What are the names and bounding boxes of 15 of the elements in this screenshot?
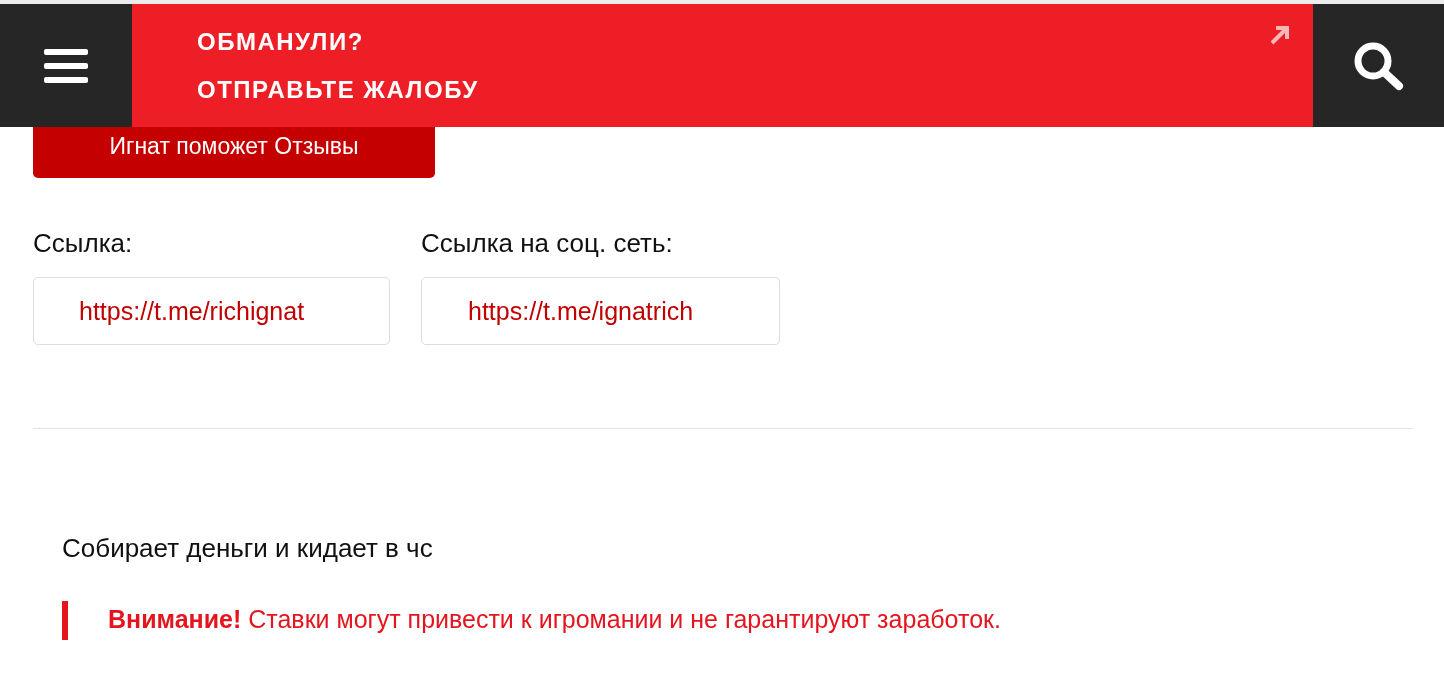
menu-icon: [44, 48, 88, 83]
search-button[interactable]: [1313, 4, 1444, 127]
link-label: Ссылка на соц. сеть:: [421, 228, 673, 259]
link-button[interactable]: https://t.me/richignat: [33, 277, 390, 345]
banner-text: ОБМАНУЛИ?: [197, 27, 365, 56]
category-button[interactable]: Игнат поможет Отзывы: [33, 127, 435, 178]
warning-notice: Внимание! Ставки могут привести к игромании и не гарантируют заработок.: [62, 601, 1413, 640]
link-label: Ссылка:: [33, 228, 133, 259]
link-button[interactable]: https://t.me/ignatrich: [421, 277, 780, 345]
arrow-icon: [1269, 24, 1291, 46]
review-text: Собирает деньги и кидает в чс: [62, 533, 434, 564]
banner-text: ОТПРАВЬТЕ ЖАЛОБУ: [197, 75, 479, 104]
search-icon: [1352, 40, 1405, 91]
menu-button[interactable]: [0, 4, 132, 127]
complaint-banner[interactable]: ОБМАНУЛИ? ОТПРАВЬТЕ ЖАЛОБУ: [132, 4, 1313, 127]
